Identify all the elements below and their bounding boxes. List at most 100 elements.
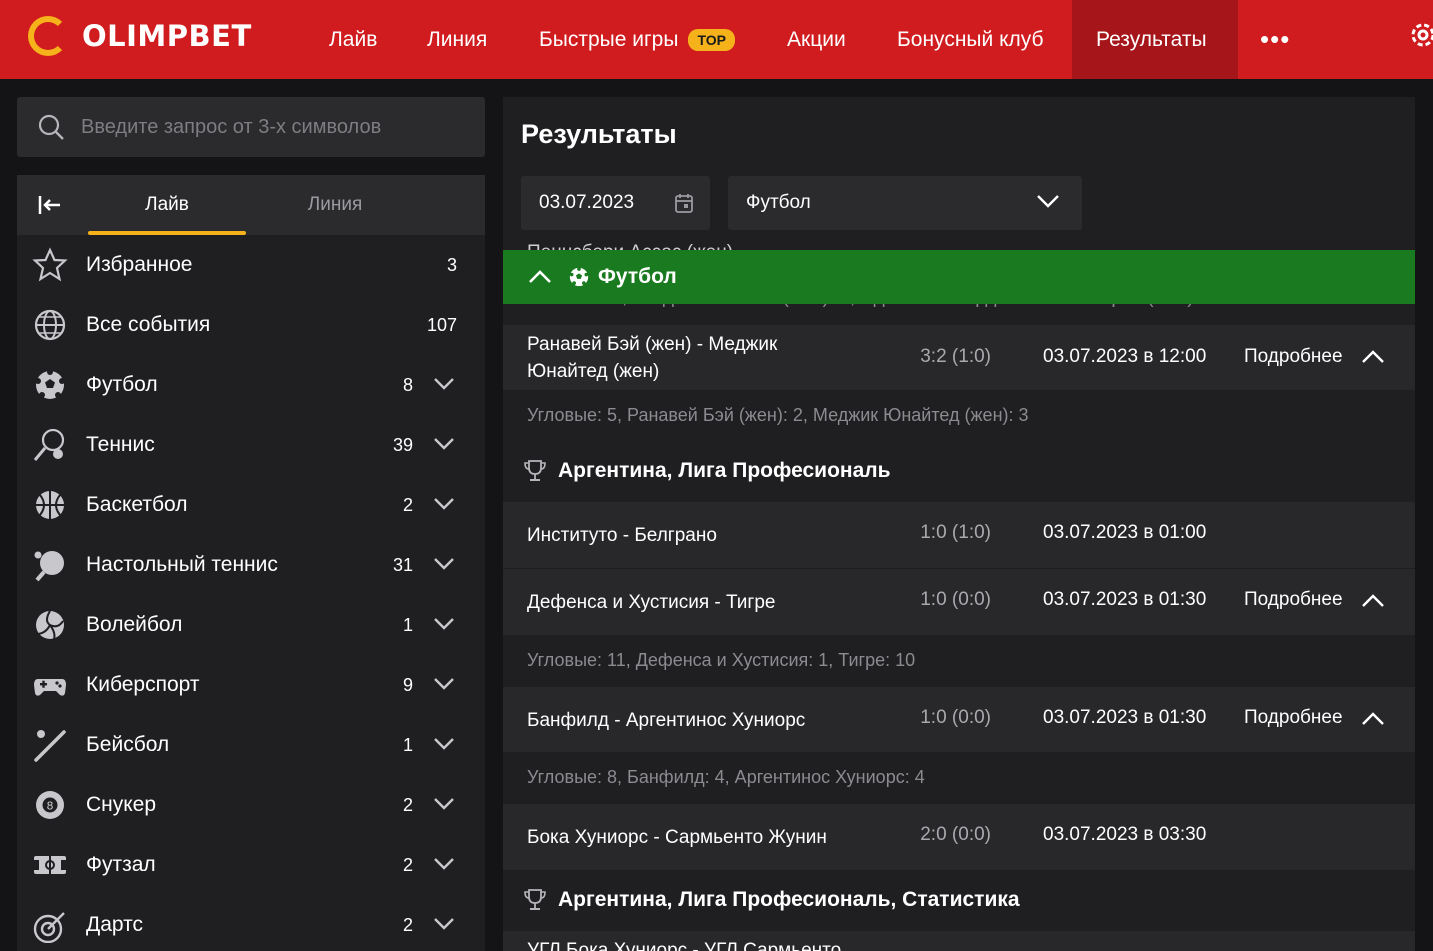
search-box[interactable] [17,97,485,157]
tennis-icon [33,428,65,461]
match-teams: Банфилд - Аргентинос Хуниорс [527,710,806,731]
match-datetime: 03.07.2023 в 01:30 [1043,707,1207,728]
sidebar-item-darts[interactable]: Дартс 2 [17,895,485,951]
match-score: 1:0 (0:0) [920,589,991,610]
sidebar-item-label: Все события [86,313,211,336]
details-link[interactable]: Подробнее [1244,346,1343,368]
match-teams: Бока Хуниорс - Сармьенто Жунин [527,827,827,848]
trophy-icon [524,889,546,910]
chevron-down-icon[interactable] [433,917,455,931]
chevron-down-icon[interactable] [433,857,455,871]
nav-results[interactable]: Результаты [1072,0,1238,79]
futsal-icon [34,856,66,874]
match-teams: Институто - Белграно [527,525,717,546]
nav-bonus-club[interactable]: Бонусный клуб [897,0,1044,79]
tab-line[interactable]: Линия [256,175,414,235]
football-section-header[interactable]: Футбол [503,250,1415,304]
details-link[interactable]: Подробнее [1244,707,1343,729]
sidebar-item-label: Бейсбол [86,733,170,756]
sport-dropdown-value: Футбол [746,192,811,213]
chevron-up-icon[interactable] [528,269,552,285]
match-row: Бока Хуниорс - Сармьенто Жунин 2:0 (0:0)… [503,804,1415,871]
sidebar-item-count: 3 [446,254,457,275]
chevron-up-icon[interactable] [1361,593,1385,609]
logo-text: OLIMPBET [82,19,252,53]
sidebar-item-count: 107 [426,314,457,335]
corners-stats: Угловые: 8, Банфилд: 4, Аргентинос Хунио… [527,767,925,787]
sidebar-item-all-events[interactable]: Все события 107 [17,295,485,355]
match-datetime: 03.07.2023 в 01:00 [1043,522,1207,543]
sidebar-item-count: 9 [402,674,413,695]
sidebar-item-label: Теннис [86,433,155,456]
sidebar-item-count: 2 [402,494,413,515]
sidebar-item-label: Снукер [86,793,157,816]
tab-live-label: Лайв [145,194,189,215]
match-details: Угловые: 5, Ранавей Бэй (жен): 2, Меджик… [503,391,1415,442]
chevron-up-icon[interactable] [1361,349,1385,365]
details-link[interactable]: Подробнее [1244,589,1343,611]
match-details: Угловые: 8, Банфилд: 4, Аргентинос Хунио… [503,753,1415,804]
trophy-icon [524,460,546,481]
chevron-down-icon[interactable] [433,557,455,571]
chevron-down-icon[interactable] [433,377,455,391]
match-teams: УГЛ Бока Хуниорс - УГЛ Сармьенто [527,940,842,951]
sidebar-item-baseball[interactable]: Бейсбол 1 [17,715,485,775]
sidebar-item-count: 1 [402,614,413,635]
date-picker[interactable]: 03.07.2023 [521,176,710,230]
corners-stats: Угловые: 5, Ранавей Бэй (жен): 2, Меджик… [527,405,1029,425]
nav-promotions[interactable]: Акции [787,0,846,79]
sidebar-item-table-tennis[interactable]: Настольный теннис 31 [17,535,485,595]
top-badge: TOP [688,28,735,51]
soccer-ball-icon [35,369,65,399]
match-score: 2:0 (0:0) [920,824,991,845]
more-menu-icon[interactable]: ••• [1260,24,1290,55]
sidebar-item-tennis[interactable]: Теннис 39 [17,415,485,475]
sidebar-item-label: Дартс [86,913,144,936]
chevron-up-icon[interactable] [1361,711,1385,727]
match-details: Угловые: 11, Дефенса и Хустисия: 1, Тигр… [503,636,1415,687]
sidebar-item-count: 31 [392,554,413,575]
league-title: Аргентина, Лига Професиональ, Статистика [558,888,1020,911]
darts-icon [33,912,65,943]
page-title: Результаты [521,119,677,149]
tab-live[interactable]: Лайв [88,175,246,235]
snooker-icon: 8 [36,791,64,819]
sidebar-item-count: 2 [402,794,413,815]
logo-ring-icon [28,16,68,56]
gear-icon[interactable] [1405,18,1433,58]
sidebar-item-football[interactable]: Футбол 8 [17,355,485,415]
chevron-down-icon[interactable] [433,797,455,811]
match-teams: Дефенса и Хустисия - Тигре [527,592,776,613]
baseball-icon [34,730,66,762]
corners-stats: Угловые: 11, Дефенса и Хустисия: 1, Тигр… [527,650,916,670]
basketball-icon [36,491,64,519]
chevron-down-icon[interactable] [433,617,455,631]
sidebar-item-esports[interactable]: Киберспорт 9 [17,655,485,715]
nav-fast-games[interactable]: Быстрые игры TOP [539,0,735,79]
chevron-down-icon[interactable] [433,497,455,511]
date-value: 03.07.2023 [539,192,635,213]
collapse-sidebar-icon[interactable] [37,193,63,217]
match-row: Дефенса и Хустисия - Тигре 1:0 (0:0) 03.… [503,569,1415,636]
search-input[interactable] [81,115,461,139]
nav-fast-games-label: Быстрые игры [539,27,679,51]
match-row: Ранавей Бэй (жен) - Меджик Юнайтед (жен)… [503,325,1415,391]
search-icon [38,114,64,140]
sidebar-item-favorites[interactable]: Избранное 3 [17,235,485,295]
chevron-down-icon[interactable] [433,677,455,691]
sidebar-tabs: Лайв Линия [17,175,485,235]
olimpbet-logo[interactable]: OLIMPBET [28,16,252,56]
match-teams-line1: Ранавей Бэй (жен) - Меджик [527,334,778,355]
sidebar-item-basketball[interactable]: Баскетбол 2 [17,475,485,535]
sidebar-item-snooker[interactable]: 8 Снукер 2 [17,775,485,835]
match-datetime: 03.07.2023 в 01:30 [1043,589,1207,610]
sidebar-item-volleyball[interactable]: Волейбол 1 [17,595,485,655]
chevron-down-icon[interactable] [433,737,455,751]
nav-live[interactable]: Лайв [329,0,377,79]
nav-line[interactable]: Линия [427,0,487,79]
sidebar-item-futsal[interactable]: Футзал 2 [17,835,485,895]
sport-dropdown[interactable]: Футбол [728,176,1082,230]
chevron-down-icon[interactable] [433,437,455,451]
chevron-down-icon [1037,195,1059,208]
sidebar-item-label: Киберспорт [86,673,200,696]
